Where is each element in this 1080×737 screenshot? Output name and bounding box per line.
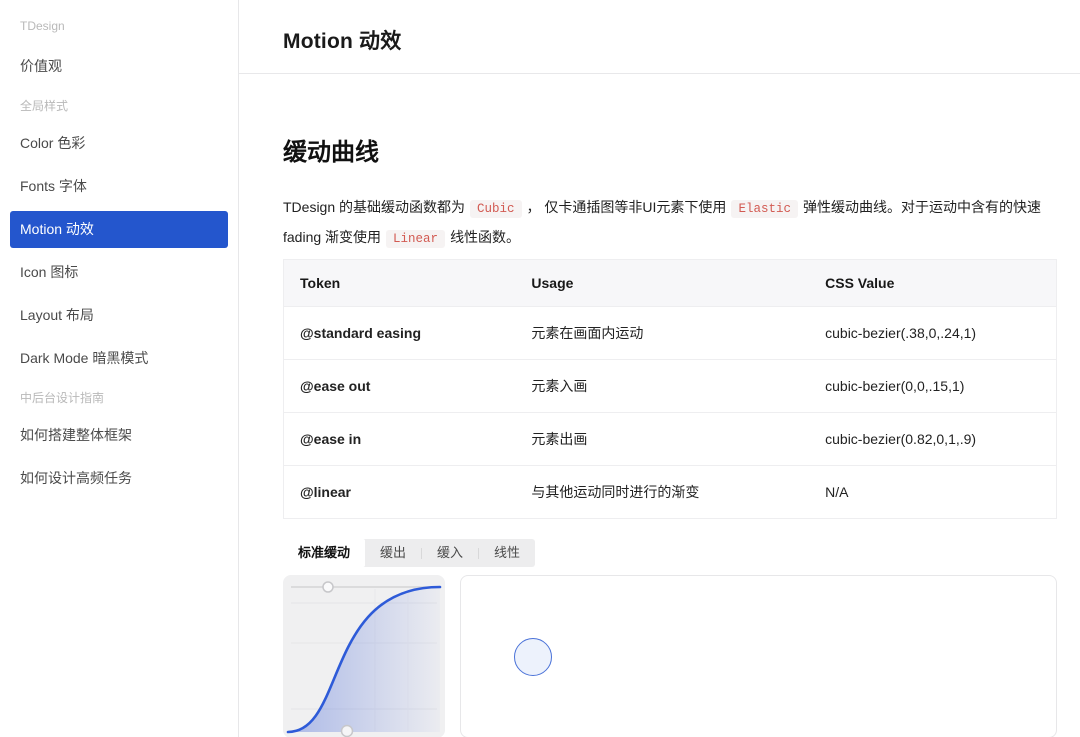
table-row: @ease in 元素出画 cubic-bezier(0.82,0,1,.9) (284, 413, 1057, 466)
page-header: Motion 动效 (239, 0, 1080, 74)
bezier-curve-graph (283, 575, 445, 737)
token-cell: @linear (284, 466, 516, 519)
usage-cell: 元素在画面内运动 (515, 307, 809, 360)
main-content: Motion 动效 缓动曲线 TDesign 的基础缓动函数都为 Cubic ， 仅… (239, 0, 1080, 737)
easing-token-table: Token Usage CSS Value @standard easing 元… (283, 259, 1057, 519)
css-value-cell: cubic-bezier(0.82,0,1,.9) (809, 413, 1056, 466)
tab-standard-easing[interactable]: 标准缓动 (283, 539, 365, 567)
tab-ease-out[interactable]: 缓出 (365, 539, 421, 567)
sidebar-item-motion[interactable]: Motion 动效 (10, 211, 228, 248)
column-header-usage: Usage (515, 260, 809, 307)
column-header-token: Token (284, 260, 516, 307)
tab-ease-in[interactable]: 缓入 (422, 539, 478, 567)
motion-demo-ball (514, 638, 552, 676)
motion-preview-panel (460, 575, 1057, 737)
sidebar-item-color[interactable]: Color 色彩 (10, 125, 228, 162)
sidebar-item-values[interactable]: 价值观 (10, 48, 228, 85)
page-title: Motion 动效 (239, 0, 1080, 55)
code-cubic: Cubic (470, 200, 522, 218)
easing-tabs: 标准缓动 缓出 缓入 线性 (283, 539, 535, 567)
intro-text: TDesign 的基础缓动函数都为 (283, 199, 465, 215)
sidebar-item-dark-mode[interactable]: Dark Mode 暗黑模式 (10, 340, 228, 377)
section-heading: 缓动曲线 (283, 132, 1057, 167)
sidebar-item-build-framework[interactable]: 如何搭建整体框架 (10, 417, 228, 454)
column-header-css-value: CSS Value (809, 260, 1056, 307)
tab-linear[interactable]: 线性 (479, 539, 535, 567)
sidebar-item-fonts[interactable]: Fonts 字体 (10, 168, 228, 205)
bezier-curve-editor (283, 575, 445, 737)
bezier-handle-top[interactable] (323, 582, 333, 592)
sidebar-item-frequent-tasks[interactable]: 如何设计高频任务 (10, 460, 228, 497)
app-window: TDesign 价值观 全局样式 Color 色彩 Fonts 字体 Motio… (0, 0, 1080, 737)
table-row: @ease out 元素入画 cubic-bezier(0,0,.15,1) (284, 360, 1057, 413)
token-cell: @ease in (284, 413, 516, 466)
table-row: @linear 与其他运动同时进行的渐变 N/A (284, 466, 1057, 519)
css-value-cell: N/A (809, 466, 1056, 519)
brand-label: TDesign (10, 18, 228, 34)
token-cell: @ease out (284, 360, 516, 413)
css-value-cell: cubic-bezier(0,0,.15,1) (809, 360, 1056, 413)
code-linear: Linear (386, 230, 445, 248)
intro-text: ， 仅卡通插图等非UI元素下使用 (527, 199, 727, 215)
css-value-cell: cubic-bezier(.38,0,.24,1) (809, 307, 1056, 360)
bezier-handle-bottom[interactable] (342, 726, 353, 737)
usage-cell: 元素出画 (515, 413, 809, 466)
sidebar-section-global-styles: 全局样式 (10, 100, 228, 113)
sidebar-item-layout[interactable]: Layout 布局 (10, 297, 228, 334)
usage-cell: 与其他运动同时进行的渐变 (515, 466, 809, 519)
table-row: @standard easing 元素在画面内运动 cubic-bezier(.… (284, 307, 1057, 360)
code-elastic: Elastic (731, 200, 798, 218)
intro-paragraph: TDesign 的基础缓动函数都为 Cubic ， 仅卡通插图等非UI元素下使用El… (283, 193, 1057, 253)
token-cell: @standard easing (284, 307, 516, 360)
table-header-row: Token Usage CSS Value (284, 260, 1057, 307)
sidebar-item-icon[interactable]: Icon 图标 (10, 254, 228, 291)
intro-text: 线性函数。 (450, 229, 520, 245)
sidebar: TDesign 价值观 全局样式 Color 色彩 Fonts 字体 Motio… (0, 0, 239, 737)
usage-cell: 元素入画 (515, 360, 809, 413)
easing-demo-row (283, 575, 1057, 737)
sidebar-section-admin-guide: 中后台设计指南 (10, 392, 228, 405)
